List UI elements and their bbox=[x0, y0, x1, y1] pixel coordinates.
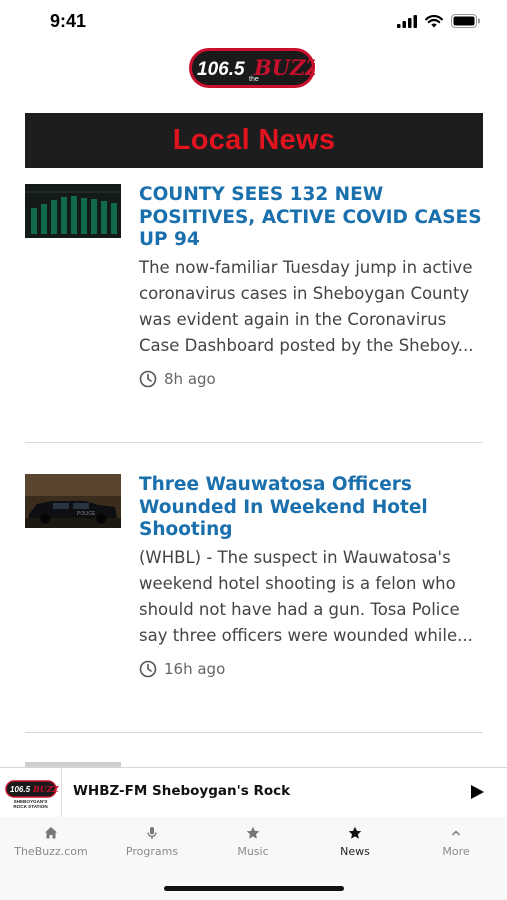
signal-icon bbox=[397, 14, 417, 28]
section-banner: Local News bbox=[25, 113, 483, 168]
svg-text:106.5: 106.5 bbox=[10, 785, 31, 794]
status-icons bbox=[397, 14, 481, 28]
player-station-logo[interactable]: 106.5 BUZZ SHEBOYGAN'S ROCK STATION bbox=[0, 768, 62, 817]
microphone-icon bbox=[147, 827, 157, 839]
svg-text:106.5: 106.5 bbox=[197, 59, 245, 80]
tab-thebuzz[interactable]: TheBuzz.com bbox=[1, 825, 101, 858]
star-icon bbox=[246, 826, 260, 839]
article-time: 8h ago bbox=[164, 369, 216, 388]
svg-text:BUZZ: BUZZ bbox=[253, 55, 315, 80]
article-excerpt: (WHBL) - The suspect in Wauwatosa's week… bbox=[139, 547, 473, 645]
clock-icon bbox=[139, 370, 157, 387]
article-timestamp: 16h ago bbox=[139, 660, 483, 678]
tab-label: Programs bbox=[125, 845, 179, 858]
tab-programs[interactable]: Programs bbox=[102, 825, 202, 858]
home-icon bbox=[45, 827, 57, 839]
article-time: 16h ago bbox=[164, 659, 226, 678]
article-excerpt: The now-familiar Tuesday jump in active … bbox=[139, 257, 474, 355]
now-playing-station[interactable]: WHBZ-FM Sheboygan's Rock bbox=[73, 783, 290, 799]
article-thumbnail[interactable] bbox=[25, 184, 121, 238]
article-thumbnail[interactable]: POLICE bbox=[25, 474, 121, 528]
article-headline[interactable]: Three Wauwatosa Officers Wounded In Week… bbox=[139, 474, 483, 542]
section-title: Local News bbox=[172, 124, 336, 156]
svg-text:ROCK STATION: ROCK STATION bbox=[13, 804, 48, 809]
divider bbox=[25, 442, 483, 443]
tab-label: More bbox=[442, 845, 470, 858]
tab-label: Music bbox=[237, 845, 269, 858]
divider bbox=[25, 732, 483, 733]
svg-text:POLICE: POLICE bbox=[77, 511, 96, 517]
chevron-up-icon bbox=[452, 830, 460, 836]
tab-label: TheBuzz.com bbox=[14, 845, 88, 858]
now-playing-bar[interactable]: 106.5 BUZZ SHEBOYGAN'S ROCK STATION WHBZ… bbox=[0, 767, 507, 818]
svg-text:BUZZ: BUZZ bbox=[32, 784, 60, 794]
status-time: 9:41 bbox=[50, 11, 87, 31]
tab-music[interactable]: Music bbox=[203, 825, 303, 858]
tab-more[interactable]: More bbox=[406, 825, 506, 858]
status-bar: 9:41 bbox=[0, 0, 507, 46]
article-item[interactable]: POLICE Three Wauwatosa Officers Wounded … bbox=[25, 474, 483, 714]
battery-icon bbox=[451, 14, 480, 28]
tab-news[interactable]: News bbox=[305, 825, 405, 858]
wifi-icon bbox=[425, 14, 443, 27]
star-icon bbox=[348, 826, 362, 839]
play-icon[interactable] bbox=[469, 784, 485, 800]
article-headline[interactable]: COUNTY SEES 132 NEW POSITIVES, ACTIVE CO… bbox=[139, 184, 483, 252]
article-item[interactable]: COUNTY SEES 132 NEW POSITIVES, ACTIVE CO… bbox=[25, 184, 483, 424]
clock-icon bbox=[139, 660, 157, 677]
article-timestamp: 8h ago bbox=[139, 370, 483, 388]
station-logo[interactable]: 106.5 the BUZZ bbox=[189, 48, 321, 88]
tab-label: News bbox=[340, 845, 370, 858]
home-indicator[interactable] bbox=[164, 886, 344, 891]
